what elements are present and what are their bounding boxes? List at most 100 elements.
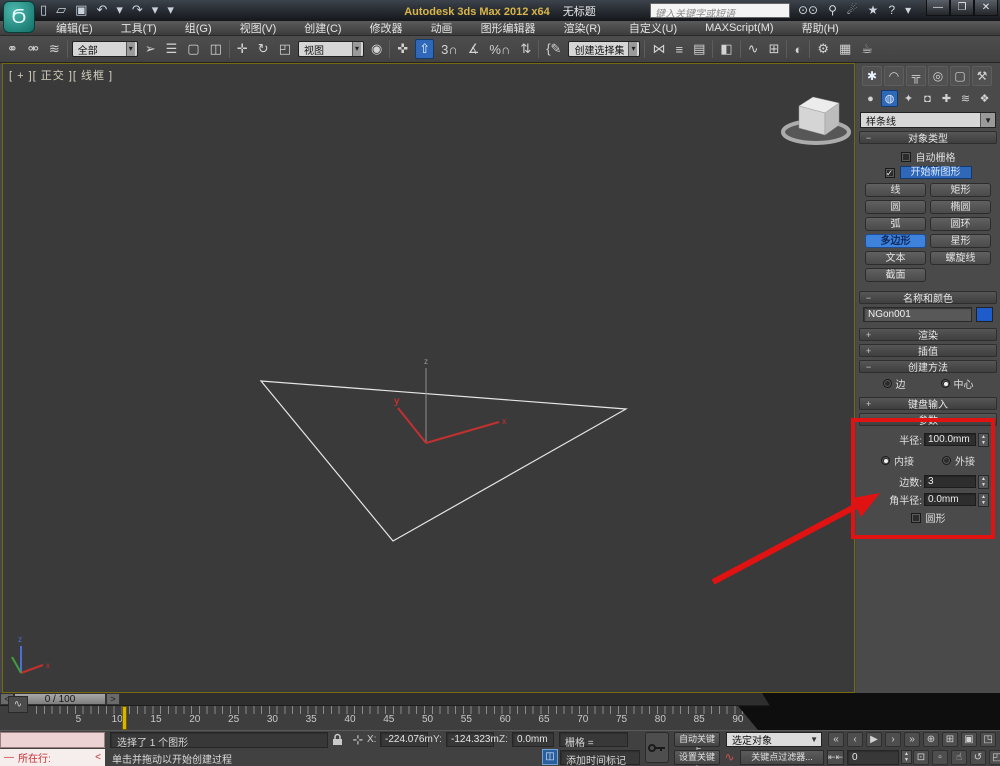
search-binoculars-icon[interactable]: ⊙⊙ <box>798 3 818 17</box>
select-and-move-icon[interactable]: ✛ ▾ <box>234 39 251 59</box>
chevron-down-icon[interactable]: ▼ <box>980 113 995 127</box>
object-name-input[interactable]: NGon001 <box>863 307 972 322</box>
save-file-icon[interactable]: ▣ <box>75 2 87 18</box>
new-file-icon[interactable]: ▯ <box>40 2 47 18</box>
tab-utilities[interactable]: ⚒ <box>972 66 992 86</box>
current-frame-field[interactable]: 0 <box>847 750 899 765</box>
rendered-frame-window-icon[interactable]: ▦ ▾ <box>836 39 854 59</box>
window-crossing-icon[interactable]: ◫ ▾ <box>207 39 225 59</box>
redo-caret-icon[interactable]: ▾ <box>152 2 159 18</box>
zoom-extents-button[interactable]: ▣ <box>961 732 977 747</box>
rollout-header-creation-method[interactable]: − 创建方法 <box>859 360 997 374</box>
redo-icon[interactable]: ↷ <box>132 2 143 18</box>
menu-item[interactable]: 编辑(E) <box>42 20 107 36</box>
tab-display[interactable]: ▢ <box>950 66 970 86</box>
key-mode-toggle[interactable]: ⇤⇤ <box>827 750 844 765</box>
prev-frame-button[interactable]: ‹ <box>847 732 863 747</box>
toolbar-options-caret-icon[interactable]: ▾ <box>167 2 174 18</box>
toolbar-separator[interactable]: ▾ <box>786 40 788 58</box>
track-bar[interactable]: 5 10 15 20 25 30 35 40 45 50 55 60 65 70 75 80 85 90 <box>0 706 758 730</box>
material-editor-icon[interactable]: ◐ ▾ <box>791 39 805 59</box>
selection-filter-dropdown[interactable]: 全部 ▾ <box>71 41 138 57</box>
category-dropdown[interactable]: 样条线 ▼ <box>860 112 996 128</box>
tab-create[interactable]: ✱ <box>862 66 882 86</box>
pan-button[interactable]: ☝ <box>951 750 967 765</box>
subtab-geometry[interactable]: ● <box>862 90 879 107</box>
schematic-view-icon[interactable]: ⊞ ▾ <box>766 39 783 59</box>
autogrid-checkbox[interactable] <box>900 151 911 162</box>
view-cube[interactable] <box>781 96 851 145</box>
unlink-selection-icon[interactable]: ⚮ ▾ <box>25 39 42 59</box>
rollout-header-parameters[interactable]: − 参数 <box>859 413 997 427</box>
communication-center-icon[interactable]: ☄ <box>847 3 858 17</box>
spinner-snap-icon[interactable]: ⇅ ▾ <box>517 39 534 59</box>
edit-named-selections-icon[interactable]: {✎ ▾ <box>543 39 564 59</box>
sides-field[interactable]: 3 <box>924 475 976 488</box>
tab-motion[interactable]: ◎ <box>928 66 948 86</box>
zoom-button[interactable]: ⊕ <box>923 732 939 747</box>
absolute-mode-toggle[interactable]: ⊡ <box>913 750 929 765</box>
menu-item[interactable]: 工具(T) <box>107 20 171 36</box>
chevron-down-icon[interactable]: ▼ <box>807 735 821 744</box>
viewport-orthographic[interactable]: x y z x z [ + ][ 正交 ][ 线框 ] <box>2 63 855 693</box>
rollout-header-name-color[interactable]: − 名称和颜色 <box>859 291 997 305</box>
button-circle[interactable]: 圆 <box>865 200 926 214</box>
button-rectangle[interactable]: 矩形 <box>930 183 991 197</box>
maximize-button[interactable]: ❐ <box>950 0 974 16</box>
button-ngon[interactable]: 多边形 <box>865 234 926 248</box>
render-production-icon[interactable]: ☕ ▾ <box>858 39 876 59</box>
toolbar-separator[interactable]: ▾ <box>538 40 540 58</box>
select-object-icon[interactable]: ➢ ▾ <box>142 39 159 59</box>
button-star[interactable]: 星形 <box>930 234 991 248</box>
orbit-button[interactable]: ↺ <box>970 750 986 765</box>
menu-item[interactable]: 图形编辑器 <box>467 20 550 36</box>
rectangular-selection-region-icon[interactable]: ▢ ▾ <box>184 39 202 59</box>
toolbar-separator[interactable]: ▾ <box>389 40 391 58</box>
menu-item[interactable]: 动画 <box>417 20 467 36</box>
subtab-space-warps[interactable]: ≋ <box>957 90 974 107</box>
ngon-triangle-shape[interactable] <box>259 380 629 542</box>
reference-coordinate-dropdown[interactable]: 视图 ▾ <box>298 41 365 57</box>
x-coordinate-field[interactable]: -224.076m <box>380 732 433 747</box>
use-pivot-point-icon[interactable]: ◉ ▾ <box>368 39 385 59</box>
bind-to-space-warp-icon[interactable]: ≋ ▾ <box>46 39 63 59</box>
subtab-helpers[interactable]: ✚ <box>938 90 955 107</box>
help-caret-icon[interactable]: ▾ <box>905 3 911 17</box>
named-selection-sets-dropdown[interactable]: 创建选择集 ▾ <box>568 41 641 57</box>
toolbar-separator[interactable]: ▾ <box>809 40 811 58</box>
button-helix[interactable]: 螺旋线 <box>930 251 991 265</box>
zoom-region-button[interactable]: ▫ <box>932 750 948 765</box>
transform-type-in-icon[interactable]: ⊹ <box>350 732 366 747</box>
rollout-header-object-type[interactable]: − 对象类型 <box>859 131 997 145</box>
undo-icon[interactable]: ↶ <box>96 2 107 18</box>
menu-item[interactable]: 修改器 <box>356 20 417 36</box>
rollout-header-keyboard-entry[interactable]: + 键盘输入 <box>859 397 997 411</box>
rollout-header-interpolation[interactable]: + 插值 <box>859 344 997 358</box>
circumscribed-radio[interactable]: 外接 <box>942 453 975 468</box>
subtab-systems[interactable]: ❖ <box>976 90 993 107</box>
inscribed-radio[interactable]: 内接 <box>881 453 914 468</box>
z-coordinate-field[interactable]: 0.0mm <box>512 732 554 747</box>
goto-start-button[interactable]: « <box>828 732 844 747</box>
zoom-extents-all-button[interactable]: ◳ <box>980 732 996 747</box>
frame-spinner[interactable]: ▲ ▼ <box>901 750 912 764</box>
goto-end-button[interactable]: » <box>904 732 920 747</box>
select-and-link-icon[interactable]: ⚭ ▾ <box>4 39 21 59</box>
open-file-icon[interactable]: ▱ <box>56 2 66 18</box>
help-icon[interactable]: ? <box>888 3 895 17</box>
toolbar-separator[interactable]: ▾ <box>712 40 714 58</box>
menu-item[interactable]: 帮助(H) <box>788 20 853 36</box>
y-coordinate-field[interactable]: -124.323m <box>446 732 499 747</box>
start-new-shape-button[interactable]: 开始新图形 <box>899 166 972 179</box>
minimize-button[interactable]: — <box>926 0 950 16</box>
creation-center-radio[interactable]: 中心 <box>940 376 974 391</box>
corner-radius-field[interactable]: 0.0mm <box>924 493 976 506</box>
app-logo[interactable]: Ϭ <box>3 1 35 33</box>
wrench-icon[interactable]: ⚲ <box>828 3 837 17</box>
button-ellipse[interactable]: 椭圆 <box>930 200 991 214</box>
select-and-scale-icon[interactable]: ◰ ▾ <box>276 39 294 59</box>
align-icon[interactable]: ≡ ▾ <box>672 39 686 59</box>
menu-item[interactable]: 视图(V) <box>226 20 291 36</box>
add-time-tag[interactable]: 添加时间标记 <box>560 750 640 766</box>
graphite-ribbon-icon[interactable]: ◧ ▾ <box>717 39 735 59</box>
